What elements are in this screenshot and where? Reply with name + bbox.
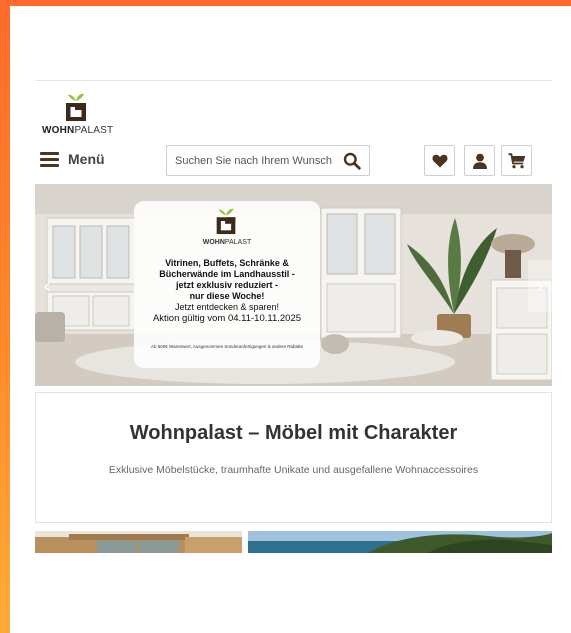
promo-line: Jetzt entdecken & sparen!: [174, 302, 280, 312]
promo-line: nur diese Woche!: [189, 291, 265, 301]
logo-mark-icon: [66, 93, 86, 121]
category-tile[interactable]: [35, 531, 242, 553]
chevron-left-icon[interactable]: ‹: [35, 260, 59, 312]
logo-text: WOHNPALAST: [42, 125, 114, 136]
promo-line: Bücherwände im Landhausstil -: [159, 269, 295, 279]
search-input[interactable]: [167, 146, 339, 175]
page-subtitle: Exklusive Möbelstücke, traumhafte Unikat…: [108, 464, 479, 476]
tile-image: [248, 531, 552, 553]
cart-button[interactable]: [501, 145, 532, 176]
category-tile[interactable]: [248, 531, 552, 553]
site-logo[interactable]: WOHNPALAST: [38, 88, 128, 138]
intro-section: Wohnpalast – Möbel mit Charakter Exklusi…: [35, 392, 552, 523]
tile-image: [35, 531, 242, 553]
search-box: [166, 145, 370, 176]
menu-label: Menü: [68, 151, 105, 167]
hamburger-icon: [40, 151, 59, 167]
promo-line: jetzt exklusiv reduziert -: [175, 280, 279, 290]
top-divider: [35, 80, 552, 81]
promo-date: Aktion gültig vom 04.11-10.11.2025: [152, 313, 302, 324]
account-button[interactable]: [464, 145, 495, 176]
menu-button[interactable]: Menü: [40, 148, 105, 170]
promo-text: Vitrinen, Buffets, Schränke & Bücherwänd…: [138, 258, 316, 324]
promo-card[interactable]: WOHNPALAST Vitrinen, Buffets, Schränke &…: [134, 201, 320, 368]
heart-icon: [432, 154, 447, 167]
search-icon[interactable]: [339, 148, 365, 174]
promo-brand: WOHNPALAST: [202, 239, 252, 246]
chevron-right-icon[interactable]: ›: [528, 260, 552, 312]
user-icon: [472, 153, 487, 169]
hero-banner[interactable]: WOHNPALAST Vitrinen, Buffets, Schränke &…: [35, 184, 552, 386]
promo-fineprint: Ab 500€ Warenwert, Ausgenommen Sonderanf…: [151, 344, 303, 349]
logo-mark-icon: [216, 208, 236, 235]
wishlist-button[interactable]: [424, 145, 455, 176]
page-title: Wohnpalast – Möbel mit Charakter: [129, 422, 458, 444]
promo-line: Vitrinen, Buffets, Schränke &: [165, 258, 289, 268]
cart-icon: [508, 152, 525, 168]
